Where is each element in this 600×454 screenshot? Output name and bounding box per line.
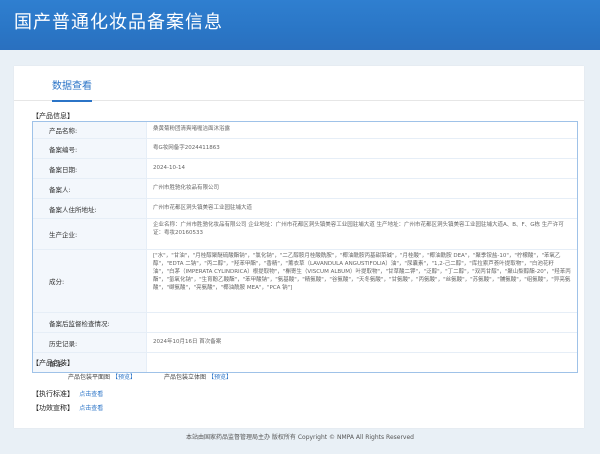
row-value [147,313,577,332]
row-label: 生产企业: [33,219,147,249]
row-label: 历史记录: [33,333,147,352]
row-value: 2024-10-14 [153,164,185,171]
section-exec-standard: 【执行标准】 点击查看 [32,389,103,399]
row-label: 产品名称: [33,122,147,138]
section-product-package: 【产品包装】 [32,359,74,367]
section-product-info: 【产品信息】 [32,112,74,120]
tab-bar: 数据查看 [14,66,584,102]
exec-standard-label: 【执行标准】 [32,390,74,398]
ingredients-value: ["水"，"甘油"，"月桂醇聚醚硫酸酯钠"，"氯化钠"，"二乙醇胺月桂酸酰胺"，… [153,253,571,291]
table-row: 备案后监督检查情况: [33,313,577,333]
table-row: 备案人: 广州市胜驰化妆品有限公司 [33,179,577,199]
row-value: 广州市花都区洞头镇美容工业园驻埔大道 [153,204,253,211]
page-title: 国产普通化妆品备案信息 [14,12,223,33]
efficacy-label: 【功效宣称】 [32,404,74,412]
row-value: 桑黄菊粉团清爽啫喱洁面沐浴露 [153,126,231,133]
package-solid-row: 产品包装立体图 【预览】 [164,372,232,381]
package-solid-label: 产品包装立体图 [164,374,207,381]
row-label: 成分: [33,250,147,312]
table-row: 历史记录: 2024年10月16日 首次备案 [33,333,577,353]
exec-standard-view-link[interactable]: 点击查看 [79,391,103,398]
row-label: 备案后监督检查情况: [33,313,147,332]
row-value: 广州市胜驰化妆品有限公司 [153,184,220,191]
table-row: 备注: [33,353,577,372]
product-info-table: 产品名称: 桑黄菊粉团清爽啫喱洁面沐浴露 备案编号: 粤G妆网备字2024411… [32,121,578,373]
row-label: 备案人住所地址: [33,199,147,218]
row-label: 备案编号: [33,139,147,158]
table-row: 备案编号: 粤G妆网备字2024411863 [33,139,577,159]
package-plane-preview-link[interactable]: 【预览】 [112,374,136,381]
table-row: 备案人住所地址: 广州市花都区洞头镇美容工业园驻埔大道 [33,199,577,219]
table-row: 产品名称: 桑黄菊粉团清爽啫喱洁面沐浴露 [33,122,577,139]
content-card: 数据查看 【产品信息】 产品名称: 桑黄菊粉团清爽啫喱洁面沐浴露 备案编号: 粤… [14,66,584,428]
row-value: 粤G妆网备字2024411863 [153,144,220,151]
table-row: 备案日期: 2024-10-14 [33,159,577,179]
row-value: 企业名称：广州市胜驰化妆品有限公司 企业地址：广州市花都区洞头镇美容工业园驻埔大… [153,222,564,236]
row-value: 2024年10月16日 首次备案 [153,338,222,345]
top-banner: 国产普通化妆品备案信息 [0,0,600,50]
section-efficacy: 【功效宣称】 点击查看 [32,403,103,413]
package-plane-label: 产品包装平面图 [68,374,111,381]
tab-data-view[interactable]: 数据查看 [52,77,92,102]
package-plane-row: 产品包装平面图 【预览】 [68,372,136,381]
row-label: 备案日期: [33,159,147,178]
efficacy-view-link[interactable]: 点击查看 [79,405,103,412]
row-label: 备案人: [33,179,147,198]
package-solid-preview-link[interactable]: 【预览】 [208,374,232,381]
row-value [147,353,577,372]
table-row: 成分: ["水"，"甘油"，"月桂醇聚醚硫酸酯钠"，"氯化钠"，"二乙醇胺月桂酸… [33,250,577,313]
footer: 本站由国家药品监督管理局主办 版权所有 Copyright © NMPA All… [186,434,414,441]
table-row: 生产企业: 企业名称：广州市胜驰化妆品有限公司 企业地址：广州市花都区洞头镇美容… [33,219,577,250]
